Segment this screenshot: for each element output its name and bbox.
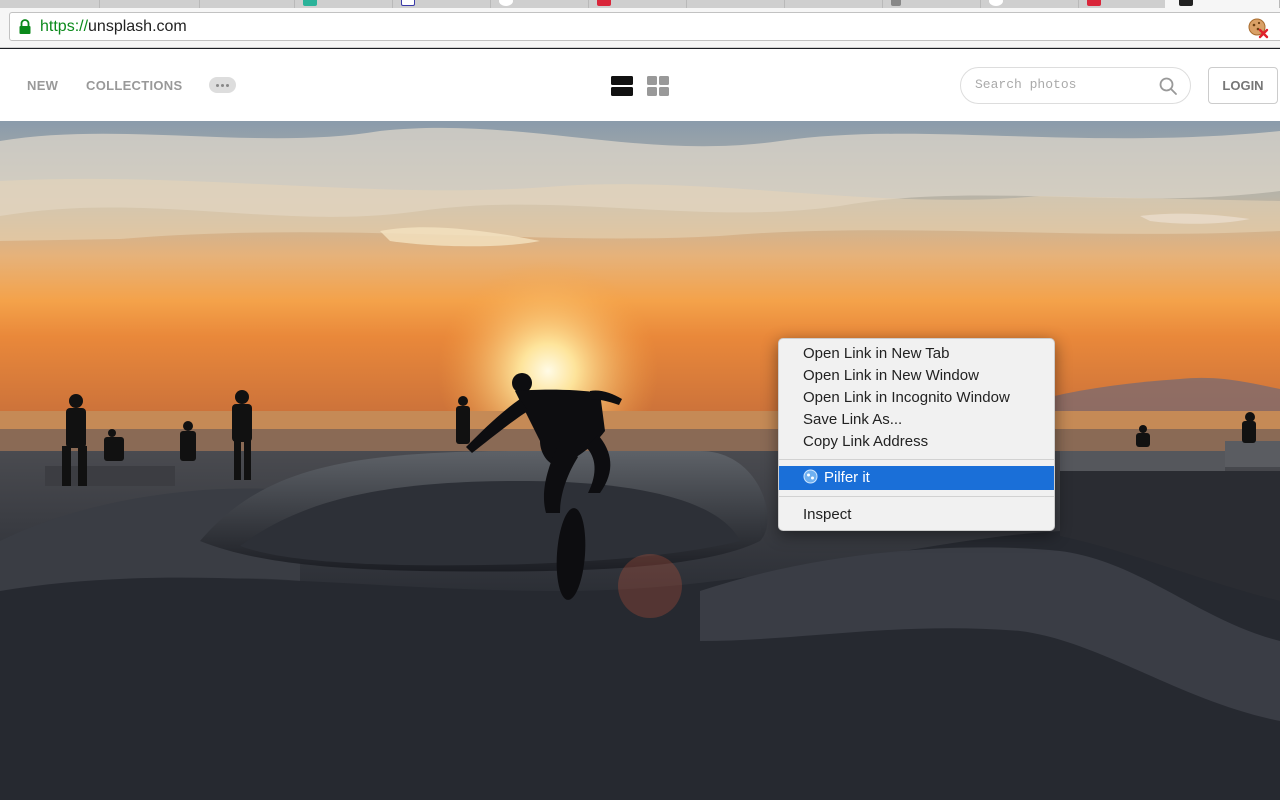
list-view-icon[interactable] [611, 75, 633, 97]
browser-tab[interactable] [295, 0, 393, 8]
search-input[interactable] [975, 77, 1155, 92]
browser-tab[interactable] [785, 0, 883, 8]
browser-tab[interactable] [589, 0, 687, 8]
menu-item-pilfer-it[interactable]: Pilfer it [779, 466, 1054, 490]
more-ellipsis-icon[interactable] [209, 77, 236, 93]
browser-tabstrip [0, 0, 1280, 8]
browser-tab-active[interactable] [1165, 0, 1280, 8]
menu-item-save-link-as[interactable]: Save Link As... [779, 409, 1054, 431]
context-menu: Open Link in New Tab Open Link in New Wi… [778, 338, 1055, 531]
browser-tab[interactable] [491, 0, 589, 8]
address-bar[interactable]: https://unsplash.com [9, 12, 1280, 41]
site-header: NEW COLLECTIONS LOGIN [0, 49, 1280, 121]
browser-tab[interactable] [0, 0, 100, 8]
browser-tab[interactable] [883, 0, 981, 8]
menu-item-inspect[interactable]: Inspect [779, 504, 1054, 526]
login-button[interactable]: LOGIN [1208, 67, 1278, 104]
menu-separator [779, 459, 1054, 460]
menu-separator [779, 496, 1054, 497]
cookie-extension-icon[interactable] [1247, 17, 1269, 39]
menu-item-open-new-window[interactable]: Open Link in New Window [779, 365, 1054, 387]
menu-item-pilfer-label: Pilfer it [824, 469, 870, 486]
menu-item-open-incognito[interactable]: Open Link in Incognito Window [779, 387, 1054, 409]
hero-photo-image [0, 121, 1280, 800]
url-text: https://unsplash.com [40, 18, 187, 36]
browser-toolbar: https://unsplash.com [0, 8, 1280, 48]
browser-tab[interactable] [1079, 0, 1177, 8]
browser-tab[interactable] [393, 0, 491, 8]
browser-tab[interactable] [981, 0, 1079, 8]
nav-new-link[interactable]: NEW [27, 78, 58, 93]
browser-tab[interactable] [100, 0, 200, 8]
search-box [960, 67, 1191, 104]
url-scheme: https:// [40, 18, 89, 35]
browser-tab[interactable] [687, 0, 785, 8]
menu-item-copy-link-address[interactable]: Copy Link Address [779, 431, 1054, 453]
lock-icon [19, 19, 31, 34]
pilfer-icon [803, 469, 818, 484]
search-icon[interactable] [1158, 76, 1178, 96]
nav-collections-link[interactable]: COLLECTIONS [86, 78, 182, 93]
grid-view-icon[interactable] [647, 75, 669, 97]
browser-tab[interactable] [200, 0, 295, 8]
hero-photo[interactable] [0, 121, 1280, 800]
menu-item-open-new-tab[interactable]: Open Link in New Tab [779, 343, 1054, 365]
url-host: unsplash.com [88, 18, 187, 35]
